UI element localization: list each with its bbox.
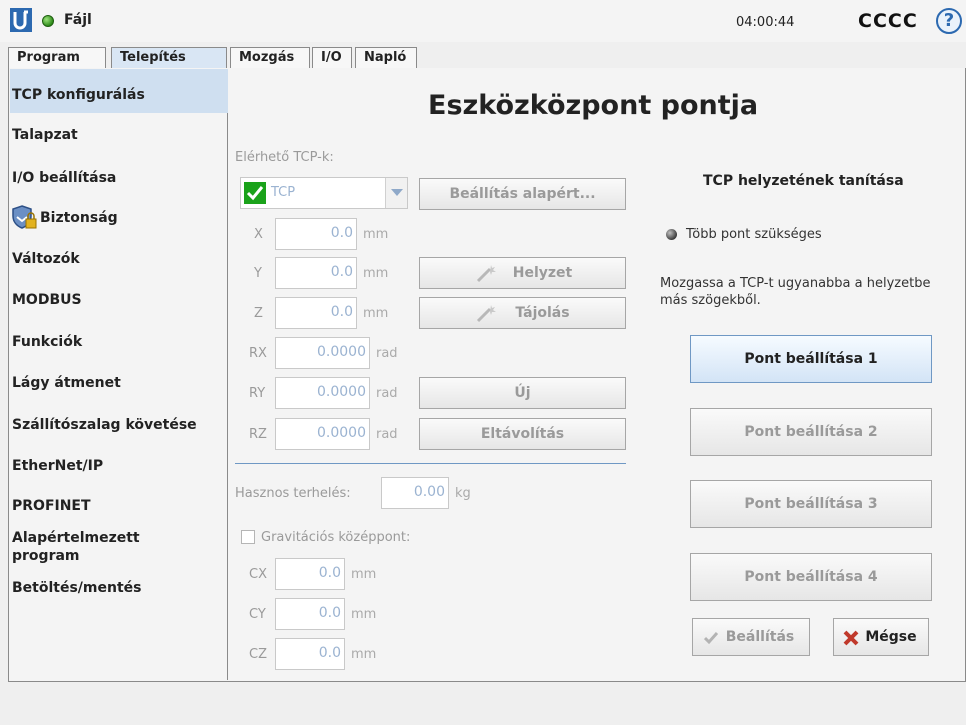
set-point-4-button[interactable]: Pont beállítása 4 xyxy=(690,553,932,601)
sidebar-item-conveyor-tracking[interactable]: Szállítószalag követése xyxy=(10,416,228,434)
coord-label-x: X xyxy=(254,227,263,242)
status-text: Több pont szükséges xyxy=(686,227,822,242)
set-point-1-button[interactable]: Pont beállítása 1 xyxy=(690,335,932,383)
rx-field[interactable]: 0.0000 xyxy=(275,337,370,369)
status-indicator-icon xyxy=(666,229,677,240)
coord-label-z: Z xyxy=(254,306,263,321)
cz-unit: mm xyxy=(351,647,377,662)
tab-io[interactable]: I/O xyxy=(312,47,352,69)
payload-unit: kg xyxy=(455,486,471,501)
cog-label-cx: CX xyxy=(249,567,267,582)
rz-unit: rad xyxy=(376,427,398,442)
cog-label-cz: CZ xyxy=(249,647,267,662)
cancel-button-label: Mégse xyxy=(865,629,917,645)
remove-tcp-button[interactable]: Eltávolítás xyxy=(419,418,626,450)
cz-field[interactable]: 0.0 xyxy=(275,638,345,670)
sidebar-item-default-program[interactable]: Alapértelmezett program xyxy=(10,529,180,565)
z-field[interactable]: 0.0 xyxy=(275,297,357,329)
magic-wand-icon xyxy=(476,265,496,283)
cx-field[interactable]: 0.0 xyxy=(275,558,345,590)
chevron-down-icon xyxy=(385,178,407,208)
sidebar-item-modbus[interactable]: MODBUS xyxy=(10,291,228,309)
sidebar-item-label: Biztonság xyxy=(40,210,118,226)
close-icon xyxy=(843,630,859,646)
ry-unit: rad xyxy=(376,386,398,401)
sidebar: TCP konfigurálás Talapzat I/O beállítása… xyxy=(10,69,228,680)
set-point-2-button[interactable]: Pont beállítása 2 xyxy=(690,408,932,456)
payload-field[interactable]: 0.00 xyxy=(381,477,449,509)
y-field[interactable]: 0.0 xyxy=(275,257,357,289)
clock: 04:00:44 xyxy=(736,15,795,30)
magic-wand-icon xyxy=(476,305,496,323)
set-button[interactable]: Beállítás xyxy=(692,618,810,656)
ry-field[interactable]: 0.0000 xyxy=(275,377,370,409)
cancel-button[interactable]: Mégse xyxy=(833,618,929,656)
teach-title: TCP helyzetének tanítása xyxy=(703,173,904,189)
coord-label-rz: RZ xyxy=(249,427,267,442)
ur-logo-icon xyxy=(10,8,32,32)
tab-program[interactable]: Program xyxy=(8,47,106,69)
power-status-icon[interactable] xyxy=(42,15,54,27)
cx-unit: mm xyxy=(351,567,377,582)
cog-checkbox[interactable] xyxy=(241,530,255,544)
sidebar-item-io-setup[interactable]: I/O beállítása xyxy=(10,169,228,187)
new-tcp-button[interactable]: Új xyxy=(419,377,626,409)
sidebar-item-ethernet-ip[interactable]: EtherNet/IP xyxy=(10,457,228,475)
tab-move[interactable]: Mozgás xyxy=(230,47,310,69)
orientation-button-label: Tájolás xyxy=(515,305,570,321)
set-default-button[interactable]: Beállítás alapért... xyxy=(419,178,626,210)
x-unit: mm xyxy=(363,227,389,242)
file-menu[interactable]: Fájl xyxy=(64,12,92,28)
x-field[interactable]: 0.0 xyxy=(275,218,357,250)
set-button-label: Beállítás xyxy=(725,629,795,645)
coord-label-rx: RX xyxy=(249,346,267,361)
coord-label-ry: RY xyxy=(249,386,266,401)
teach-instruction: Mozgassa a TCP-t ugyanabba a helyzetbe m… xyxy=(660,276,931,308)
sidebar-item-safety[interactable]: Biztonság xyxy=(10,204,228,232)
sidebar-item-tcp[interactable]: TCP konfigurálás xyxy=(10,69,228,113)
check-icon xyxy=(244,182,266,204)
set-point-3-button[interactable]: Pont beállítása 3 xyxy=(690,480,932,528)
cy-field[interactable]: 0.0 xyxy=(275,598,345,630)
sidebar-item-load-save[interactable]: Betöltés/mentés xyxy=(10,579,228,597)
coord-label-y: Y xyxy=(254,266,262,281)
orientation-button[interactable]: Tájolás xyxy=(419,297,626,329)
help-icon[interactable]: ? xyxy=(936,8,962,34)
tab-log[interactable]: Napló xyxy=(355,47,417,69)
cy-unit: mm xyxy=(351,607,377,622)
page-title: Eszközközpont pontja xyxy=(428,90,759,121)
tcp-select[interactable]: TCP xyxy=(240,177,408,209)
z-unit: mm xyxy=(363,306,389,321)
sidebar-item-mounting[interactable]: Talapzat xyxy=(10,126,228,144)
available-tcps-label: Elérhető TCP-k: xyxy=(235,150,334,165)
divider xyxy=(235,463,626,464)
robot-name: CCCC xyxy=(858,10,918,32)
y-unit: mm xyxy=(363,266,389,281)
rx-unit: rad xyxy=(376,346,398,361)
sidebar-item-profinet[interactable]: PROFINET xyxy=(10,497,228,515)
sidebar-item-variables[interactable]: Változók xyxy=(10,250,228,268)
rz-field[interactable]: 0.0000 xyxy=(275,418,370,450)
main-tabs: Program Telepítés Mozgás I/O Napló xyxy=(8,47,966,70)
cog-label: Gravitációs középpont: xyxy=(261,530,411,545)
tab-installation[interactable]: Telepítés xyxy=(111,47,227,70)
shield-lock-icon xyxy=(12,205,37,229)
sidebar-item-features[interactable]: Funkciók xyxy=(10,333,228,351)
sidebar-item-smooth-transition[interactable]: Lágy átmenet xyxy=(10,374,228,392)
tcp-select-value: TCP xyxy=(271,185,296,200)
check-icon xyxy=(704,632,718,645)
cog-label-cy: CY xyxy=(249,607,266,622)
position-button[interactable]: Helyzet xyxy=(419,257,626,289)
top-bar: Fájl 04:00:44 CCCC ? xyxy=(0,0,966,42)
position-button-label: Helyzet xyxy=(512,265,573,281)
payload-label: Hasznos terhelés: xyxy=(235,486,351,501)
